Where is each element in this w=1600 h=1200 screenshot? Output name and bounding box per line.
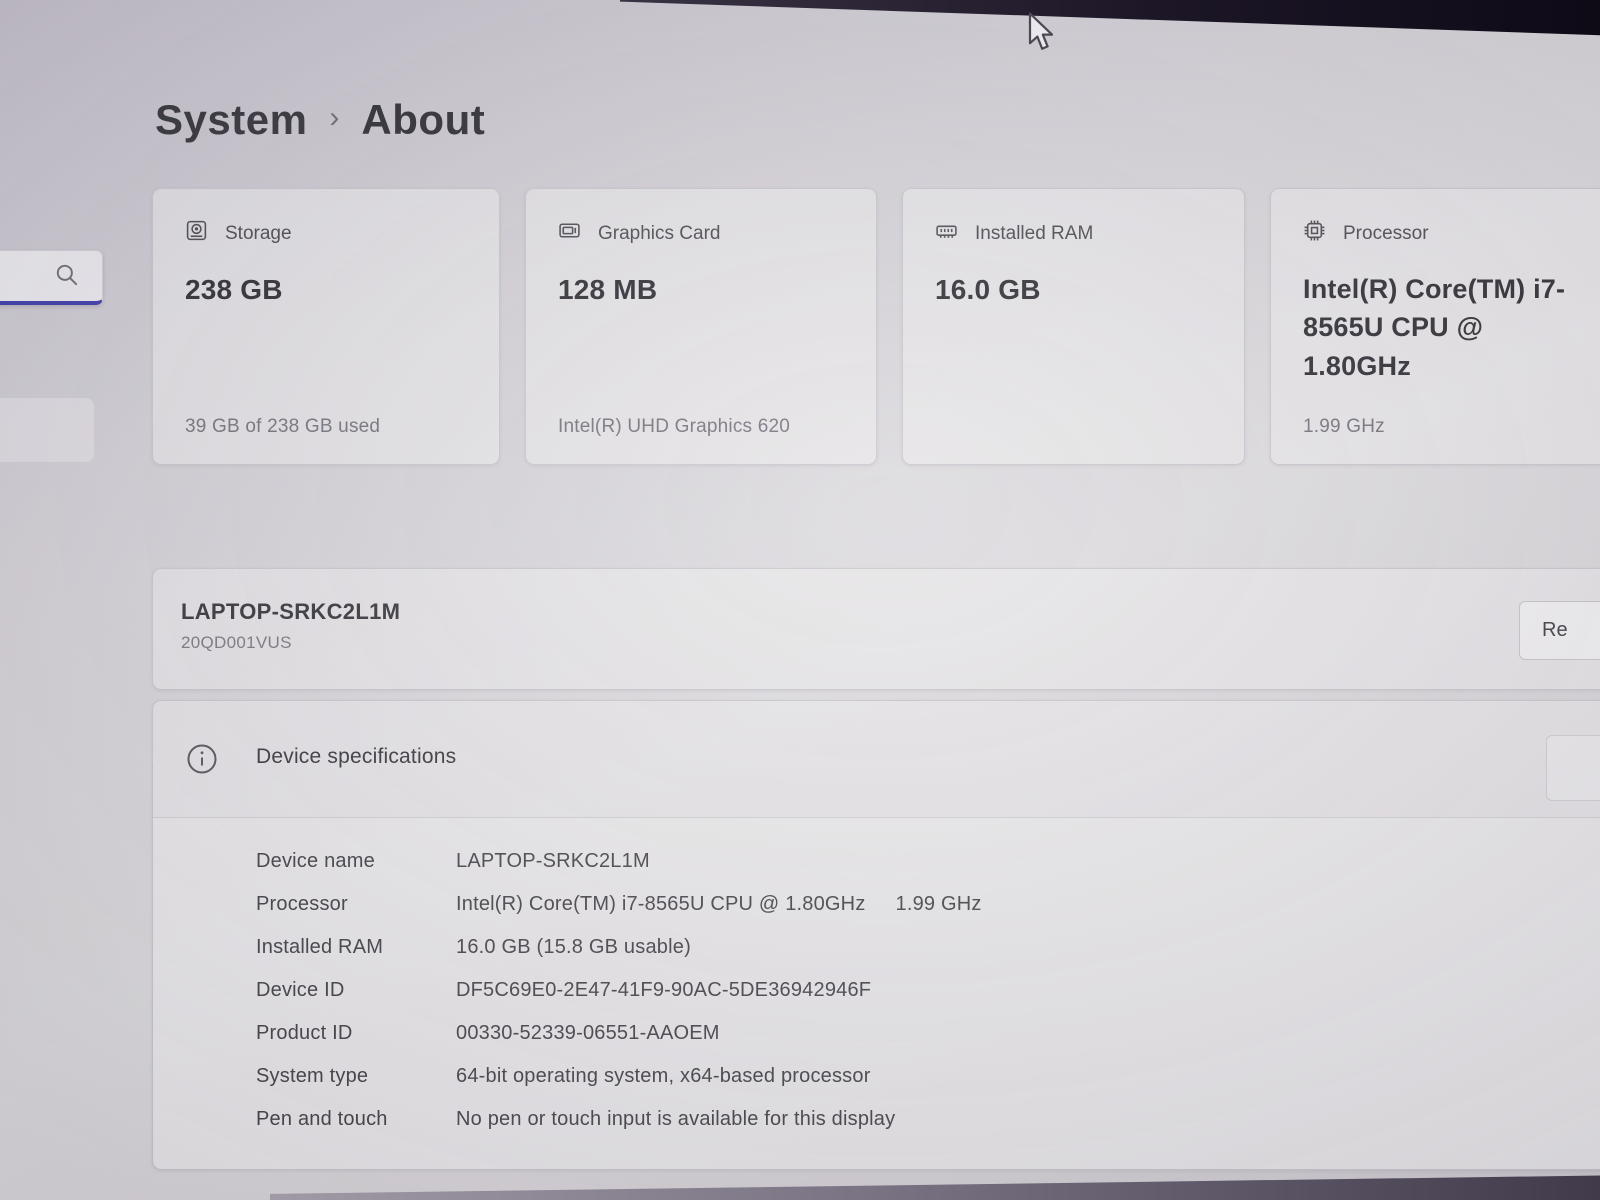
spec-label: Pen and touch: [256, 1108, 456, 1131]
specs-title: Device specifications: [256, 745, 456, 769]
spec-label: Product ID: [256, 1022, 456, 1045]
settings-window: System › About: [0, 0, 1600, 1200]
spec-label: Device name: [256, 850, 456, 873]
card-title: Processor: [1343, 223, 1429, 245]
ram-icon: [935, 219, 958, 248]
graphics-card-card: Graphics Card 128 MB Intel(R) UHD Graphi…: [525, 188, 877, 465]
breadcrumb: System › About: [155, 96, 485, 144]
spec-value: 64-bit operating system, x64-based proce…: [456, 1065, 871, 1088]
search-input[interactable]: [0, 250, 103, 305]
sidebar-item-fragment[interactable]: [0, 398, 94, 462]
card-title: Installed RAM: [975, 223, 1093, 245]
ram-value: 16.0 GB: [935, 270, 1218, 310]
device-specifications-header[interactable]: Device specifications: [153, 701, 1600, 818]
rename-pc-button[interactable]: Re: [1519, 601, 1600, 660]
page-title: About: [361, 96, 485, 144]
device-name-panel: LAPTOP-SRKC2L1M 20QD001VUS Re: [152, 568, 1600, 690]
breadcrumb-chevron-icon: ›: [307, 101, 361, 139]
processor-icon: [1303, 219, 1326, 248]
spec-label: Processor: [256, 893, 456, 916]
storage-card: Storage 238 GB 39 GB of 238 GB used: [152, 188, 500, 465]
summary-cards: Storage 238 GB 39 GB of 238 GB used Grap…: [152, 188, 1600, 465]
table-row: Device name LAPTOP-SRKC2L1M: [153, 840, 1600, 883]
card-title: Storage: [225, 223, 292, 245]
specs-table: Device name LAPTOP-SRKC2L1M Processor In…: [153, 818, 1600, 1169]
spec-value: No pen or touch input is available for t…: [456, 1108, 895, 1131]
device-specifications-panel: Device specifications Device name LAPTOP…: [152, 700, 1600, 1170]
device-model: 20QD001VUS: [181, 633, 292, 653]
graphics-detail: Intel(R) UHD Graphics 620: [558, 416, 790, 438]
table-row: System type 64-bit operating system, x64…: [153, 1055, 1600, 1098]
processor-detail: 1.99 GHz: [1303, 416, 1385, 438]
table-row: Processor Intel(R) Core(TM) i7-8565U CPU…: [153, 883, 1600, 926]
spec-value-extra: 1.99 GHz: [896, 893, 982, 916]
spec-value: 00330-52339-06551-AAOEM: [456, 1022, 720, 1045]
copy-button[interactable]: [1546, 735, 1600, 801]
spec-label: System type: [256, 1065, 456, 1088]
spec-label: Installed RAM: [256, 936, 456, 959]
card-title: Graphics Card: [598, 223, 721, 245]
table-row: Device ID DF5C69E0-2E47-41F9-90AC-5DE369…: [153, 969, 1600, 1012]
device-name: LAPTOP-SRKC2L1M: [181, 599, 400, 625]
spec-label: Device ID: [256, 979, 456, 1002]
spec-value: LAPTOP-SRKC2L1M: [456, 850, 650, 873]
spec-value: Intel(R) Core(TM) i7-8565U CPU @ 1.80GHz: [456, 893, 866, 916]
table-row: Installed RAM 16.0 GB (15.8 GB usable): [153, 926, 1600, 969]
table-row: Product ID 00330-52339-06551-AAOEM: [153, 1012, 1600, 1055]
storage-value: 238 GB: [185, 270, 473, 310]
installed-ram-card: Installed RAM 16.0 GB: [902, 188, 1245, 465]
spec-value: DF5C69E0-2E47-41F9-90AC-5DE36942946F: [456, 979, 871, 1002]
processor-card: Processor Intel(R) Core(TM) i7-8565U CPU…: [1270, 188, 1600, 465]
graphics-card-icon: [558, 219, 581, 248]
storage-icon: [185, 219, 208, 248]
storage-detail: 39 GB of 238 GB used: [185, 416, 380, 438]
breadcrumb-system[interactable]: System: [155, 96, 307, 144]
info-icon: [186, 743, 218, 780]
spec-value: 16.0 GB (15.8 GB usable): [456, 936, 691, 959]
graphics-value: 128 MB: [558, 270, 850, 310]
table-row: Pen and touch No pen or touch input is a…: [153, 1098, 1600, 1141]
processor-value: Intel(R) Core(TM) i7-8565U CPU @ 1.80GHz: [1303, 270, 1586, 385]
